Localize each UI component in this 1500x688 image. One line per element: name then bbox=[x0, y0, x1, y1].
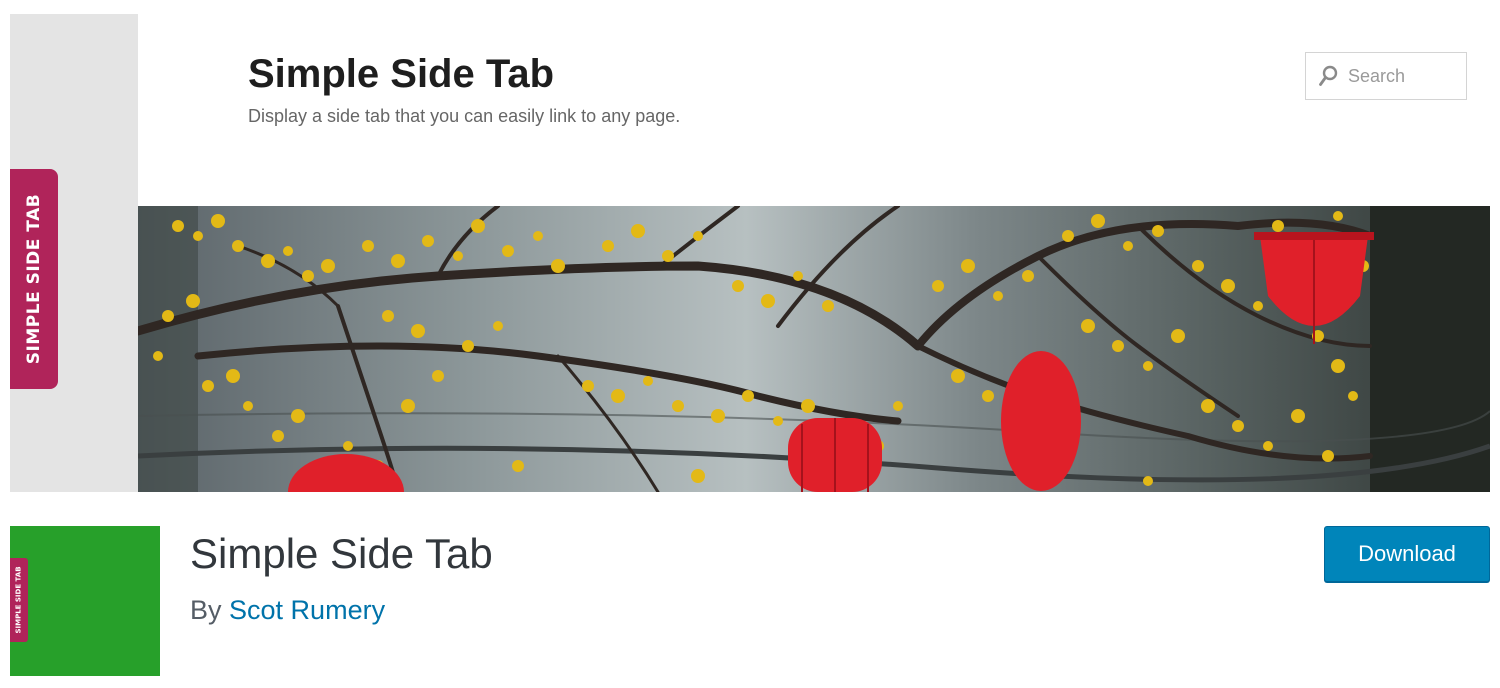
plugin-icon-tab-label: SIMPLE SIDE TAB bbox=[15, 566, 23, 634]
banner-photo-image bbox=[138, 206, 1490, 492]
search-icon bbox=[1319, 65, 1338, 86]
side-tab[interactable]: SIMPLE SIDE TAB bbox=[10, 169, 58, 389]
plugin-title: Simple Side Tab bbox=[190, 530, 493, 577]
plugin-banner: SIMPLE SIDE TAB Simple Side Tab Display … bbox=[10, 14, 1490, 492]
plugin-icon: SIMPLE SIDE TAB bbox=[10, 526, 160, 676]
author-link[interactable]: Scot Rumery bbox=[229, 595, 385, 625]
banner-site-title: Simple Side Tab bbox=[248, 52, 554, 96]
banner-search-box[interactable] bbox=[1305, 52, 1467, 100]
side-tab-label: SIMPLE SIDE TAB bbox=[24, 193, 45, 365]
plugin-author: By Scot Rumery bbox=[190, 595, 385, 626]
banner-site-tagline: Display a side tab that you can easily l… bbox=[248, 106, 681, 126]
download-button[interactable]: Download bbox=[1324, 526, 1490, 582]
author-prefix: By bbox=[190, 595, 222, 625]
search-input[interactable] bbox=[1346, 61, 1456, 91]
plugin-icon-tab: SIMPLE SIDE TAB bbox=[10, 558, 28, 642]
banner-photo bbox=[138, 206, 1490, 492]
